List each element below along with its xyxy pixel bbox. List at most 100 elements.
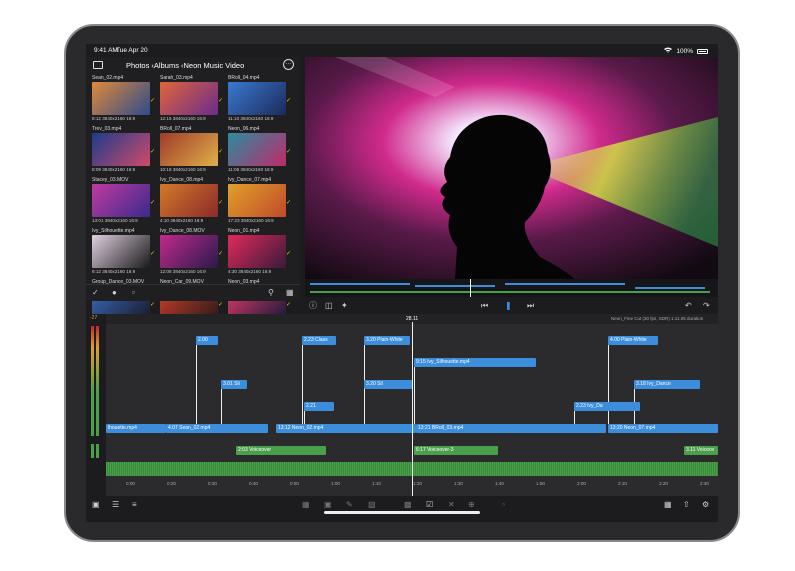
album-path[interactable]: Photos ‹Albums ‹Neon Music Video	[126, 61, 244, 70]
audio-lanes-icon[interactable]: ≡	[132, 500, 137, 510]
skip-forward-icon[interactable]: ⏭	[527, 301, 534, 311]
info-icon[interactable]: ⓘ	[309, 301, 317, 311]
audio-clip[interactable]: 2:03 Voiceover	[236, 446, 326, 455]
clip-tile[interactable]: Sean_02.mp4 8:12 3840x2160 16:9 ✓	[92, 75, 158, 125]
copy-icon[interactable]: ▩	[404, 500, 412, 510]
connected-clip[interactable]: 3.20 Sil	[364, 380, 412, 389]
clip-tile[interactable]: BRoll_04.mp4 11:10 3840x2160 16:9 ✓	[228, 75, 294, 125]
connected-clip[interactable]: 9:15 Ivy_Silhouette.mp4	[414, 358, 536, 367]
primary-clip[interactable]: lhouette.mp4	[106, 424, 166, 433]
clip-tile[interactable]: Neon_01.mp4 4:30 3840x2160 16:9 ✓	[228, 228, 294, 278]
search-icon[interactable]: ⚲	[268, 288, 274, 298]
viewer-frame	[305, 57, 718, 279]
timeline-overview	[310, 279, 710, 297]
ruler-tick-label: 2:30	[700, 481, 709, 486]
add-icon[interactable]: ⊕	[468, 500, 475, 510]
edit-icon[interactable]: ✎	[346, 500, 353, 510]
clip-thumbnail	[160, 133, 218, 166]
delete-icon[interactable]: ▫	[502, 500, 505, 510]
clip-meta: 8:09 3840x2160 16:9	[92, 167, 136, 172]
connected-clip[interactable]: 2.00	[196, 336, 218, 345]
clip-tile[interactable]: Ivy_Dance_07.mp4 17:23 3840x2160 16:9 ✓	[228, 177, 294, 227]
clip-meta: 13:01 3840x2160 16:9	[92, 218, 138, 223]
scrubber-strip[interactable]	[305, 279, 718, 297]
bottom-toolbar: ▣ ☰ ≡ ▦ ▣ ✎ ▧ ▩ ☑ ✕ ⊕ ▫ ▦ ⇧ ⚙	[86, 496, 718, 522]
magic-wand-icon[interactable]: ✦	[341, 301, 348, 311]
settings-icon[interactable]: ⚙	[702, 500, 709, 510]
back-icon[interactable]: ▣	[92, 500, 100, 510]
connected-clip[interactable]: 2.23 Ivy_Da	[574, 402, 640, 411]
audio-meter: -27	[86, 314, 106, 496]
connected-clip[interactable]: 2.23 Class	[302, 336, 336, 345]
clip-meta: 10:18 3840x2160 16:9	[160, 167, 206, 172]
clip-meta: 12:15 3840x2160 16:9	[160, 116, 206, 121]
skip-back-icon[interactable]: ⏮	[481, 301, 488, 311]
used-check-icon: ✓	[218, 200, 224, 206]
clip-name: Ivy_Dance_08.mp4	[160, 177, 204, 183]
clip-name: Sean_02.mp4	[92, 75, 124, 81]
primary-clip[interactable]: 13:12 Neon_02.mp4	[276, 424, 416, 433]
connected-clip[interactable]: 4.00 Plain-White	[608, 336, 658, 345]
clip-tile[interactable]: Ivy_Dance_08.MOV 12:08 3840x2160 16:9 ✓	[160, 228, 226, 278]
clip-meta: 17:23 3840x2160 16:9	[228, 218, 274, 223]
clip-thumbnail	[92, 184, 150, 217]
cut-icon[interactable]: ✕	[448, 500, 455, 510]
connected-clip[interactable]: 2.21	[304, 402, 334, 411]
clip-tile[interactable]: Ivy_Dance_08.mp4 4:10 3840x2160 16:9 ✓	[160, 177, 226, 227]
video-viewer[interactable]	[305, 57, 718, 279]
screen: 9:41 AM Tue Apr 20 100% Photos ‹Albums ‹…	[86, 44, 718, 522]
clip-tile[interactable]: Sarah_03.mp4 12:15 3840x2160 16:9 ✓	[160, 75, 226, 125]
clip-thumbnail	[228, 82, 286, 115]
audio-clip[interactable]: 6:17 Voiceover-3	[414, 446, 498, 455]
connected-clip[interactable]: 3.20 Plain-White	[364, 336, 410, 345]
redo-icon[interactable]: ↷	[703, 301, 710, 311]
connected-clip[interactable]: 3.18 Ivy_Dance	[634, 380, 700, 389]
ruler-tick-label: 0:20	[167, 481, 176, 486]
clip-tile[interactable]: BRoll_07.mp4 10:18 3840x2160 16:9 ✓	[160, 126, 226, 176]
sort-icon[interactable]: ▦	[286, 288, 294, 298]
clip-thumbnail	[160, 82, 218, 115]
folder-icon[interactable]	[93, 61, 103, 69]
clip-tile[interactable]: Stacey_03.MOV 13:01 3840x2160 16:9 ✓	[92, 177, 158, 227]
primary-clip[interactable]: 13:20 Neon_07.mp4	[608, 424, 718, 433]
undo-icon[interactable]: ↶	[685, 301, 692, 311]
timeline[interactable]: -27 28.11 Neon_Fine Cut (30 fps, SDR) 1:…	[86, 314, 718, 496]
detach-icon[interactable]: ▣	[324, 500, 332, 510]
primary-clip[interactable]: 13:21 BRoll_03.mp4	[416, 424, 606, 433]
home-indicator	[324, 511, 480, 514]
shield-icon[interactable]: ◫	[325, 301, 333, 311]
clip-tile[interactable]: Trev_03.mp4 8:09 3840x2160 16:9 ✓	[92, 126, 158, 176]
used-check-icon: ✓	[218, 98, 224, 104]
clip-name: Stacey_03.MOV	[92, 177, 129, 183]
checkmark-circle-icon[interactable]: ✓	[92, 288, 99, 298]
used-check-icon: ✓	[286, 302, 292, 308]
split-icon[interactable]: ▦	[302, 500, 310, 510]
playhead[interactable]	[412, 322, 413, 496]
clip-meta: 11:08 3840x2160 16:9	[228, 167, 274, 172]
photo-library-icon[interactable]: ▦	[664, 500, 672, 510]
ruler-tick-label: 2:20	[659, 481, 668, 486]
share-icon[interactable]: ⇧	[683, 500, 690, 510]
ruler-tick-label: 1:50	[536, 481, 545, 486]
used-check-icon: ✓	[286, 251, 292, 257]
more-options-icon[interactable]: ···	[283, 59, 294, 70]
clip-tile[interactable]: Ivy_Silhouette.mp4 9:12 3840x2160 16:9 ✓	[92, 228, 158, 278]
clip-icon[interactable]: ▧	[368, 500, 376, 510]
primary-clip[interactable]: 4.07 Sean_02.mp4	[166, 424, 268, 433]
connection-line	[608, 345, 609, 424]
audio-clip[interactable]: 3.11 Voiceov	[684, 446, 718, 455]
clip-tile[interactable]: Neon_06.mp4 11:08 3840x2160 16:9 ✓	[228, 126, 294, 176]
connection-line	[221, 389, 222, 424]
select-icon[interactable]: ☑	[426, 500, 433, 510]
used-check-icon: ✓	[286, 200, 292, 206]
ruler-tick-label: 1:40	[495, 481, 504, 486]
pause-icon[interactable]: ❚	[505, 301, 512, 311]
trash-icon[interactable]: ▫	[132, 288, 135, 298]
clip-thumbnail	[228, 235, 286, 268]
favorite-icon[interactable]: ●	[112, 288, 117, 298]
ruler-tick-label: 2:00	[577, 481, 586, 486]
ruler-tick-label: 1:20	[413, 481, 422, 486]
inspector-icon[interactable]: ☰	[112, 500, 119, 510]
connected-clip[interactable]: 3.01 Sli	[221, 380, 247, 389]
clip-thumbnail	[228, 133, 286, 166]
